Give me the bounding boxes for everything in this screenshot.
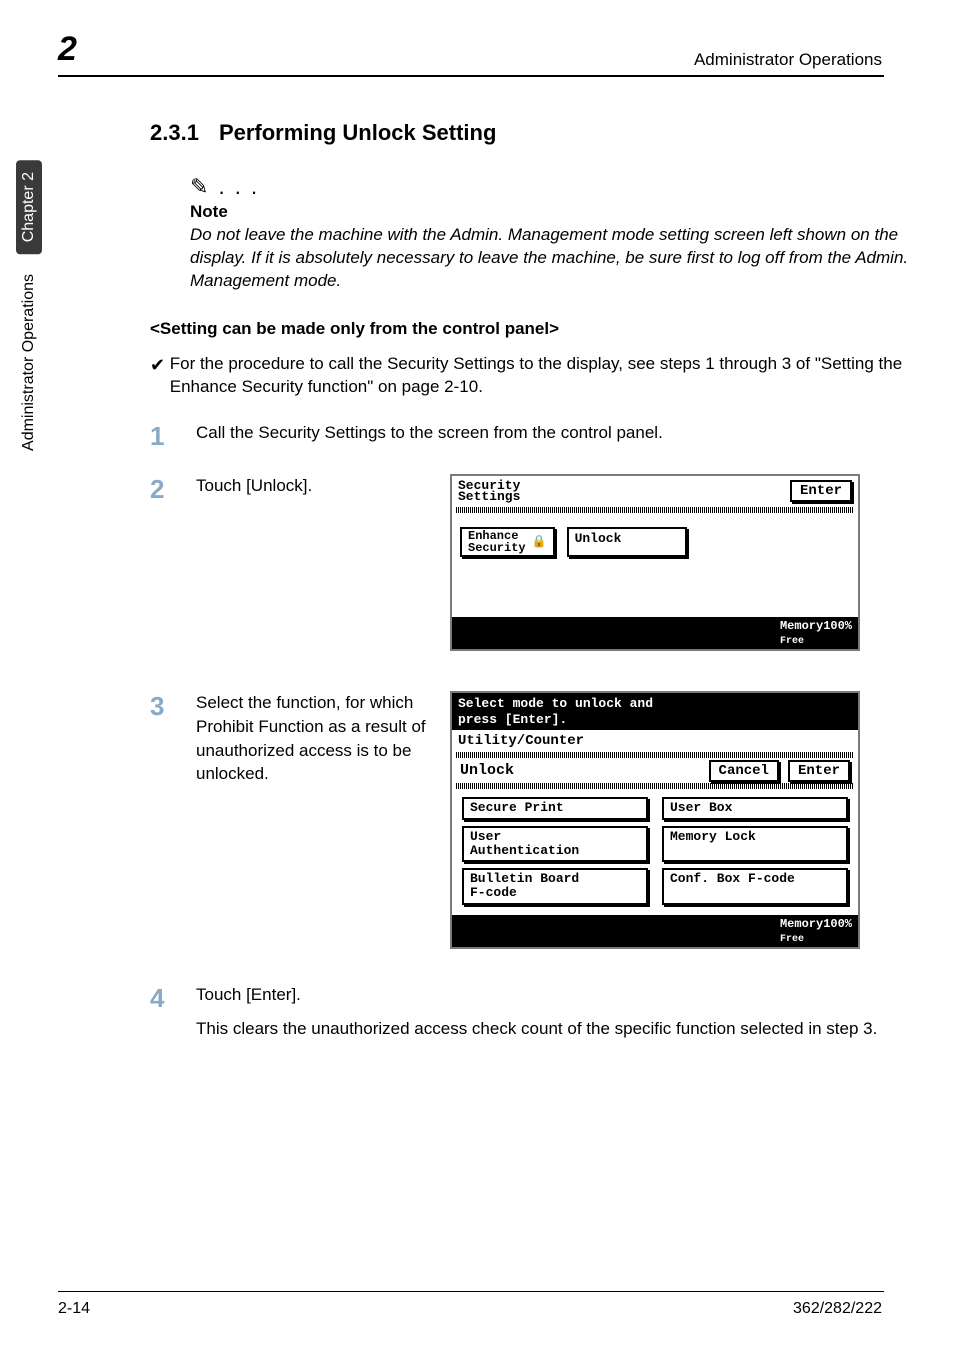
lcd-screenshot-2: Select mode to unlock and press [Enter].…: [450, 691, 860, 949]
lcd1-enhance-line2: Security: [468, 541, 526, 555]
lcd1-title-line2: Settings: [458, 489, 520, 504]
step-1: 1 Call the Security Settings to the scre…: [150, 421, 910, 452]
lcd1-unlock-button[interactable]: Unlock: [567, 527, 687, 557]
prereq-text: For the procedure to call the Security S…: [170, 353, 910, 399]
lcd2-user-auth-button[interactable]: User Authentication: [462, 826, 648, 863]
lcd2-secure-print-button[interactable]: Secure Print: [462, 797, 648, 819]
lcd2-unlock-label: Unlock: [460, 762, 514, 779]
lcd2-user-box-button[interactable]: User Box: [662, 797, 848, 819]
lcd1-title: Security Settings: [458, 480, 520, 503]
lcd2-prompt-line2: press [Enter].: [458, 712, 567, 727]
lcd2-user-auth-line1: User: [470, 829, 501, 844]
model-numbers: 362/282/222: [793, 1300, 882, 1318]
lcd2-bulletin-board-button[interactable]: Bulletin Board F-code: [462, 868, 648, 905]
note-label: Note: [190, 202, 910, 222]
lcd2-bulletin-line2: F-code: [470, 885, 517, 900]
lock-icon: 🔒: [532, 536, 547, 548]
step-4-number: 4: [150, 983, 196, 1041]
prereq-line: ✔ For the procedure to call the Security…: [150, 353, 910, 399]
side-tabs: Chapter 2 Administrator Operations: [14, 160, 44, 600]
header-rule: [58, 75, 884, 77]
tab-chapter: Chapter 2: [16, 160, 42, 254]
lcd1-mem-line1: Memory: [780, 619, 823, 633]
page-number: 2-14: [58, 1300, 90, 1318]
lcd1-enter-button[interactable]: Enter: [790, 480, 852, 502]
step-3-text: Select the function, for which Prohibit …: [196, 691, 450, 786]
step-4: 4 Touch [Enter]. This clears the unautho…: [150, 983, 910, 1041]
footer-rule: [58, 1291, 884, 1292]
lcd1-mem-line2: Free: [780, 636, 804, 647]
section-title: Performing Unlock Setting: [219, 120, 496, 145]
chapter-number: 2: [58, 30, 77, 69]
lcd2-prompt: Select mode to unlock and press [Enter].: [452, 693, 858, 730]
lcd2-mem-line1: Memory: [780, 917, 823, 931]
lcd1-footer: Memory100% Free: [452, 617, 858, 649]
sub-heading: <Setting can be made only from the contr…: [150, 319, 910, 339]
page-header-right: Administrator Operations: [694, 50, 882, 70]
lcd2-footer: Memory100% Free: [452, 915, 858, 947]
step-2-number: 2: [150, 474, 196, 505]
step-3: 3 Select the function, for which Prohibi…: [150, 691, 450, 786]
lcd2-bulletin-line1: Bulletin Board: [470, 871, 579, 886]
step-2: 2 Touch [Unlock].: [150, 474, 450, 505]
step-3-number: 3: [150, 691, 196, 786]
step-4-result: This clears the unauthorized access chec…: [196, 1017, 910, 1041]
lcd2-prompt-line1: Select mode to unlock and: [458, 696, 653, 711]
step-1-number: 1: [150, 421, 196, 452]
lcd-screenshot-1: Security Settings Enter Enhance Security: [450, 474, 860, 651]
lcd1-mem-pct: 100%: [823, 619, 852, 633]
step-1-text: Call the Security Settings to the screen…: [196, 421, 910, 452]
lcd2-mem-pct: 100%: [823, 917, 852, 931]
lcd2-conf-box-button[interactable]: Conf. Box F-code: [662, 868, 848, 905]
section-heading: 2.3.1 Performing Unlock Setting: [150, 120, 910, 146]
lcd2-memory-lock-button[interactable]: Memory Lock: [662, 826, 848, 863]
section-number: 2.3.1: [150, 120, 199, 146]
tab-section: Administrator Operations: [16, 262, 42, 463]
lcd2-enter-button[interactable]: Enter: [788, 760, 850, 782]
step-4-text: Touch [Enter].: [196, 983, 910, 1007]
lcd2-user-auth-line2: Authentication: [470, 843, 579, 858]
lcd2-utility-label: Utility/Counter: [452, 730, 858, 752]
lcd1-enhance-security-button[interactable]: Enhance Security 🔒: [460, 527, 555, 557]
note-icon: ✎ . . .: [190, 174, 910, 200]
lcd2-cancel-button[interactable]: Cancel: [709, 760, 779, 782]
lcd2-mem-line2: Free: [780, 934, 804, 945]
check-icon: ✔: [150, 353, 170, 399]
step-2-text: Touch [Unlock].: [196, 474, 450, 505]
note-body: Do not leave the machine with the Admin.…: [190, 224, 910, 293]
